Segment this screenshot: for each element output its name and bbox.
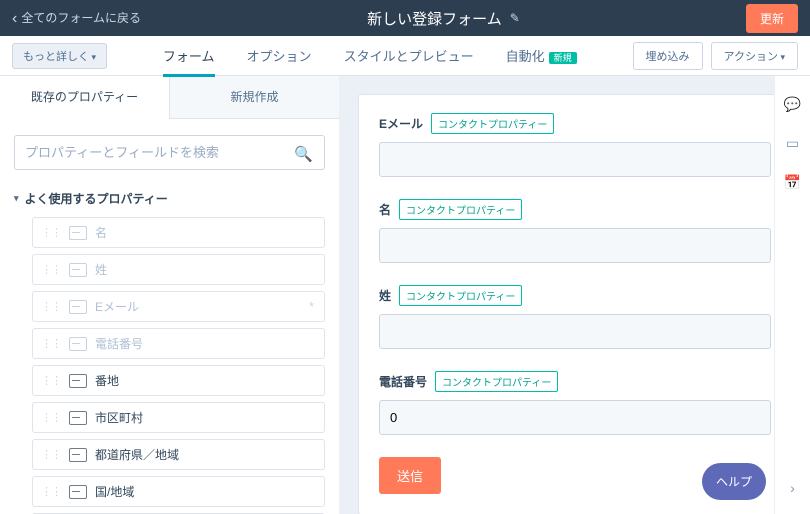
comment-icon[interactable]: ▭ bbox=[786, 135, 799, 152]
search-input[interactable] bbox=[14, 135, 325, 170]
field-label: 名 bbox=[379, 201, 391, 218]
prop-label: Eメール bbox=[95, 298, 139, 315]
field-icon bbox=[69, 485, 87, 499]
field-label: 電話番号 bbox=[379, 373, 427, 390]
drag-icon: ⋮⋮ bbox=[41, 300, 61, 313]
prop-item[interactable]: ⋮⋮ Eメール * bbox=[32, 291, 325, 322]
chevron-right-icon[interactable]: › bbox=[790, 480, 795, 496]
drag-icon: ⋮⋮ bbox=[41, 337, 61, 350]
field-icon bbox=[69, 226, 87, 240]
properties-panel: 既存のプロパティー 新規作成 🔍 よく使用するプロパティー ⋮⋮ 名 ⋮⋮ 姓 ⋮⋮… bbox=[0, 76, 340, 514]
drag-icon: ⋮⋮ bbox=[41, 263, 61, 276]
property-tag: コンタクトプロパティー bbox=[399, 285, 522, 306]
detail-dropdown[interactable]: もっと詳しく bbox=[12, 43, 107, 69]
prop-item[interactable]: ⋮⋮ 国/地域 bbox=[32, 476, 325, 507]
tab-options[interactable]: オプション bbox=[247, 35, 312, 76]
submit-button[interactable]: 送信 bbox=[379, 457, 441, 494]
prop-label: 電話番号 bbox=[95, 335, 143, 352]
form-field-phone[interactable]: 電話番号コンタクトプロパティー bbox=[379, 371, 771, 435]
form-field-email[interactable]: Eメールコンタクトプロパティー bbox=[379, 113, 771, 177]
search-icon[interactable]: 🔍 bbox=[294, 145, 313, 163]
prop-item[interactable]: ⋮⋮ 市区町村 bbox=[32, 402, 325, 433]
prop-label: 市区町村 bbox=[95, 409, 143, 426]
field-icon bbox=[69, 263, 87, 277]
calendar-icon[interactable]: 📅 bbox=[784, 174, 801, 191]
field-input[interactable] bbox=[379, 142, 771, 177]
field-label: 姓 bbox=[379, 287, 391, 304]
tab-form[interactable]: フォーム bbox=[163, 35, 215, 76]
prop-item[interactable]: ⋮⋮ 番地 bbox=[32, 365, 325, 396]
prop-item[interactable]: ⋮⋮ 都道府県／地域 bbox=[32, 439, 325, 470]
prop-item[interactable]: ⋮⋮ 姓 bbox=[32, 254, 325, 285]
prop-label: 姓 bbox=[95, 261, 107, 278]
drag-icon: ⋮⋮ bbox=[41, 448, 61, 461]
prop-label: 番地 bbox=[95, 372, 119, 389]
property-tag: コンタクトプロパティー bbox=[431, 113, 554, 134]
field-icon bbox=[69, 448, 87, 462]
field-label: Eメール bbox=[379, 115, 423, 132]
form-canvas: Eメールコンタクトプロパティー 名コンタクトプロパティー 姓コンタクトプロパティ… bbox=[340, 76, 810, 514]
form-field-lastname[interactable]: 姓コンタクトプロパティー bbox=[379, 285, 771, 349]
prop-label: 都道府県／地域 bbox=[95, 446, 179, 463]
right-rail: 💬 ▭ 📅 › bbox=[774, 76, 810, 514]
group-frequently-used[interactable]: よく使用するプロパティー bbox=[0, 180, 339, 217]
field-input[interactable] bbox=[379, 400, 771, 435]
field-input[interactable] bbox=[379, 314, 771, 349]
new-badge: 新規 bbox=[549, 52, 577, 64]
pencil-icon[interactable]: ✎ bbox=[510, 11, 520, 25]
help-button[interactable]: ヘルプ bbox=[702, 463, 766, 500]
back-link[interactable]: 全てのフォームに戻る bbox=[12, 9, 141, 28]
action-dropdown[interactable]: アクション bbox=[711, 42, 798, 70]
drag-icon: ⋮⋮ bbox=[41, 374, 61, 387]
field-icon bbox=[69, 337, 87, 351]
prop-label: 名 bbox=[95, 224, 107, 241]
chat-icon[interactable]: 💬 bbox=[784, 96, 801, 113]
subtab-existing[interactable]: 既存のプロパティー bbox=[0, 76, 169, 119]
tab-style-preview[interactable]: スタイルとプレビュー bbox=[344, 35, 474, 76]
page-title: 新しい登録フォーム bbox=[367, 8, 502, 29]
property-tag: コンタクトプロパティー bbox=[399, 199, 522, 220]
embed-button[interactable]: 埋め込み bbox=[633, 42, 703, 70]
tab-automation[interactable]: 自動化新規 bbox=[506, 35, 577, 76]
update-button[interactable]: 更新 bbox=[746, 4, 798, 33]
prop-item[interactable]: ⋮⋮ 名 bbox=[32, 217, 325, 248]
prop-label: 国/地域 bbox=[95, 483, 134, 500]
property-tag: コンタクトプロパティー bbox=[435, 371, 558, 392]
required-star-icon: * bbox=[309, 299, 314, 314]
subtab-create[interactable]: 新規作成 bbox=[169, 76, 339, 119]
field-icon bbox=[69, 374, 87, 388]
drag-icon: ⋮⋮ bbox=[41, 226, 61, 239]
drag-icon: ⋮⋮ bbox=[41, 411, 61, 424]
field-input[interactable] bbox=[379, 228, 771, 263]
field-icon bbox=[69, 411, 87, 425]
drag-icon: ⋮⋮ bbox=[41, 485, 61, 498]
form-field-firstname[interactable]: 名コンタクトプロパティー bbox=[379, 199, 771, 263]
prop-item[interactable]: ⋮⋮ 電話番号 bbox=[32, 328, 325, 359]
field-icon bbox=[69, 300, 87, 314]
